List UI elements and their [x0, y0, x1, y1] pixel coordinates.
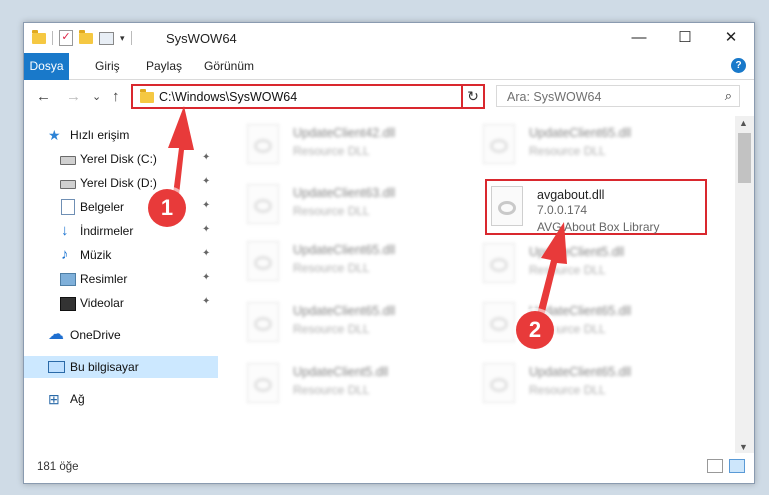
arrow-2 [536, 222, 567, 320]
step-badge-2: 2 [516, 311, 554, 349]
step-badge-1: 1 [148, 189, 186, 227]
annotation-arrows [168, 106, 567, 320]
